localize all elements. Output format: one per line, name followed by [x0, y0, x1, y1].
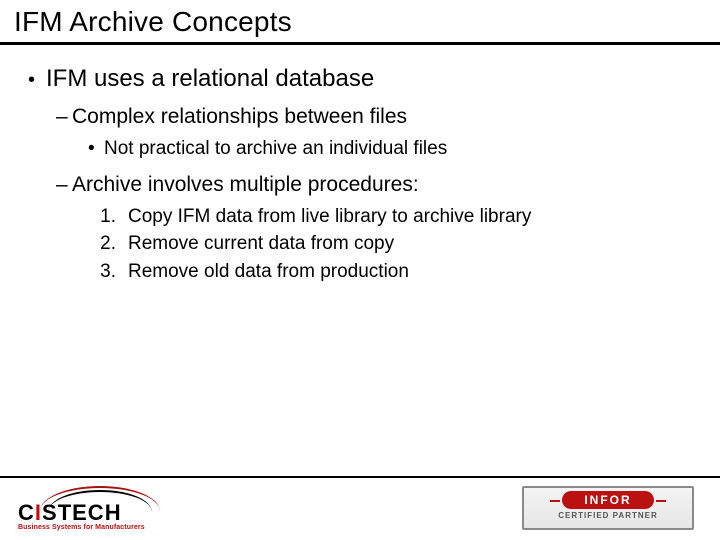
cistech-logo: CISTECH Business Systems for Manufacture… — [18, 486, 188, 532]
list-item: 3.Remove old data from production — [82, 259, 692, 285]
bullet-level3-text: Not practical to archive an individual f… — [104, 138, 447, 159]
list-number: 2. — [82, 231, 128, 257]
list-number: 1. — [82, 204, 128, 230]
slide-content: •IFM uses a relational database –Complex… — [0, 45, 720, 285]
bullet-level1: •IFM uses a relational database — [28, 63, 692, 95]
bullet-dot-icon: • — [88, 136, 104, 162]
logo-letter: C — [18, 500, 35, 525]
infor-pill: INFOR — [562, 491, 653, 509]
logo-letter: STECH — [42, 500, 122, 525]
bullet-level3: •Not practical to archive an individual … — [88, 136, 692, 162]
dash-icon: – — [56, 103, 72, 131]
logo-tagline: Business Systems for Manufacturers — [18, 524, 145, 531]
list-item-text: Remove current data from copy — [128, 233, 394, 254]
logo-wordmark: CISTECH — [18, 500, 122, 526]
logo-letter: I — [35, 500, 42, 525]
footer-divider — [0, 476, 720, 478]
slide-title: IFM Archive Concepts — [0, 0, 720, 42]
certified-partner-label: CERTIFIED PARTNER — [528, 511, 688, 520]
slide: IFM Archive Concepts •IFM uses a relatio… — [0, 0, 720, 540]
dash-icon: – — [56, 171, 72, 199]
numbered-list: 1.Copy IFM data from live library to arc… — [82, 204, 692, 285]
bullet-level2: –Archive involves multiple procedures: — [56, 171, 692, 199]
bullet-level2-text: Archive involves multiple procedures: — [72, 173, 419, 196]
bullet-level2-text: Complex relationships between files — [72, 105, 407, 128]
bullet-dot-icon: • — [28, 67, 46, 94]
list-item: 2.Remove current data from copy — [82, 231, 692, 257]
bullet-level2: –Complex relationships between files — [56, 103, 692, 131]
list-item-text: Remove old data from production — [128, 261, 409, 282]
bullet-level1-text: IFM uses a relational database — [46, 65, 374, 92]
list-item-text: Copy IFM data from live library to archi… — [128, 206, 531, 227]
list-item: 1.Copy IFM data from live library to arc… — [82, 204, 692, 230]
list-number: 3. — [82, 259, 128, 285]
infor-partner-badge: INFOR CERTIFIED PARTNER — [522, 486, 694, 530]
